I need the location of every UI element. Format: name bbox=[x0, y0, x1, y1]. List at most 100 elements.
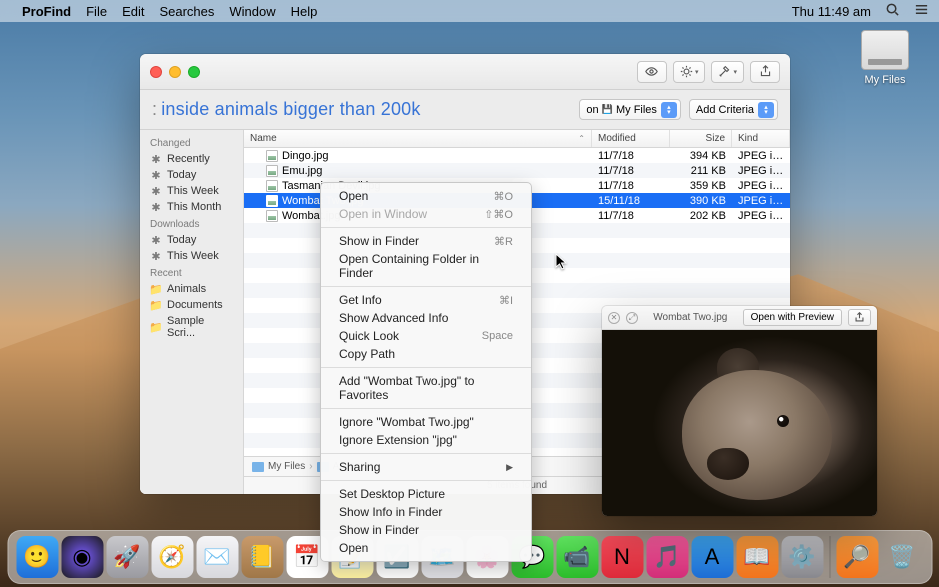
dock-itunes[interactable]: 🎵 bbox=[646, 536, 688, 578]
file-icon bbox=[266, 195, 278, 207]
col-kind[interactable]: Kind bbox=[732, 130, 790, 147]
menu-item[interactable]: Get Info⌘I bbox=[321, 291, 531, 309]
dock-launchpad[interactable]: 🚀 bbox=[106, 536, 148, 578]
shortcut: ⇧⌘O bbox=[484, 208, 513, 221]
menu-item-label: Open Containing Folder in Finder bbox=[339, 252, 513, 280]
menu-window[interactable]: Window bbox=[229, 4, 275, 19]
dock-trash[interactable]: 🗑️ bbox=[881, 536, 923, 578]
quicklook-title: Wombat Two.jpg bbox=[644, 312, 737, 323]
path-segment[interactable]: My Files bbox=[268, 461, 305, 472]
file-kind: JPEG ima bbox=[732, 180, 790, 192]
share-button[interactable] bbox=[848, 309, 871, 326]
col-size[interactable]: Size bbox=[670, 130, 732, 147]
dock-profind[interactable]: 🔎 bbox=[836, 536, 878, 578]
sidebar-item[interactable]: 📁Animals bbox=[140, 281, 243, 297]
add-criteria-button[interactable]: Add Criteria ▴▾ bbox=[689, 99, 778, 120]
drive-icon bbox=[861, 30, 909, 70]
menu-separator bbox=[321, 453, 531, 454]
sidebar-item[interactable]: ✱This Month bbox=[140, 199, 243, 215]
menu-item[interactable]: Show in Finder⌘R bbox=[321, 232, 531, 250]
sidebar: Changed✱Recently✱Today✱This Week✱This Mo… bbox=[140, 130, 244, 494]
table-row[interactable]: Emu.jpg11/7/18211 KBJPEG ima bbox=[244, 163, 790, 178]
dock-preferences[interactable]: ⚙️ bbox=[781, 536, 823, 578]
sidebar-heading: Changed bbox=[140, 134, 243, 151]
menu-item-label: Open in Window bbox=[339, 207, 427, 221]
dock-books[interactable]: 📖 bbox=[736, 536, 778, 578]
dock-separator bbox=[829, 536, 830, 578]
dock-news[interactable]: N bbox=[601, 536, 643, 578]
menu-item[interactable]: Open bbox=[321, 539, 531, 557]
menu-item[interactable]: Show in Finder bbox=[321, 521, 531, 539]
menu-item[interactable]: Ignore "Wombat Two.jpg" bbox=[321, 413, 531, 431]
menu-item[interactable]: Show Info in Finder bbox=[321, 503, 531, 521]
menu-item-label: Ignore Extension "jpg" bbox=[339, 433, 457, 447]
menu-item-label: Show in Finder bbox=[339, 523, 419, 537]
file-modified: 15/11/18 bbox=[592, 195, 670, 207]
col-modified[interactable]: Modified bbox=[592, 130, 670, 147]
tools-menu-button[interactable]: ▾ bbox=[711, 61, 744, 83]
zoom-button[interactable] bbox=[188, 66, 200, 78]
dock-appstore[interactable]: A bbox=[691, 536, 733, 578]
share-button[interactable] bbox=[750, 61, 780, 83]
quicklook-button[interactable] bbox=[637, 61, 667, 83]
menu-item[interactable]: Open⌘O bbox=[321, 187, 531, 205]
menu-item[interactable]: Copy Path bbox=[321, 345, 531, 363]
sidebar-item[interactable]: ✱ Today bbox=[140, 232, 243, 248]
sidebar-item-label: Today bbox=[167, 234, 196, 246]
chevron-updown-icon: ▴▾ bbox=[661, 102, 677, 118]
scope-selector[interactable]: on 💾 My Files ▴▾ bbox=[579, 99, 681, 120]
menu-item[interactable]: Set Desktop Picture bbox=[321, 485, 531, 503]
dock-facetime[interactable]: 📹 bbox=[556, 536, 598, 578]
sidebar-item[interactable]: ✱Recently bbox=[140, 151, 243, 167]
menu-edit[interactable]: Edit bbox=[122, 4, 144, 19]
close-button[interactable] bbox=[150, 66, 162, 78]
sidebar-item-label: Sample Scri... bbox=[167, 315, 233, 339]
sidebar-item[interactable]: ✱This Week bbox=[140, 183, 243, 199]
folder-icon bbox=[252, 462, 264, 472]
sidebar-item[interactable]: ✱Today bbox=[140, 167, 243, 183]
folder-icon: 📁 bbox=[150, 283, 162, 295]
minimize-button[interactable] bbox=[169, 66, 181, 78]
dock-finder[interactable]: 🙂 bbox=[16, 536, 58, 578]
close-icon[interactable]: ✕ bbox=[608, 312, 620, 324]
file-size: 359 KB bbox=[670, 180, 732, 192]
menu-item-label: Show Info in Finder bbox=[339, 505, 442, 519]
search-query[interactable]: :inside animals bigger than 200k bbox=[152, 99, 571, 120]
smart-icon: ✱ bbox=[150, 234, 162, 246]
menu-item[interactable]: Ignore Extension "jpg" bbox=[321, 431, 531, 449]
menu-searches[interactable]: Searches bbox=[159, 4, 214, 19]
menu-help[interactable]: Help bbox=[291, 4, 318, 19]
titlebar: ▾ ▾ bbox=[140, 54, 790, 90]
sidebar-item[interactable]: ✱This Week bbox=[140, 248, 243, 264]
column-headers: Name⌃ Modified Size Kind bbox=[244, 130, 790, 148]
shortcut: ⌘I bbox=[499, 294, 513, 307]
app-name[interactable]: ProFind bbox=[22, 4, 71, 19]
menu-item[interactable]: Show Advanced Info bbox=[321, 309, 531, 327]
menu-item[interactable]: Quick LookSpace bbox=[321, 327, 531, 345]
action-menu-button[interactable]: ▾ bbox=[673, 61, 706, 83]
dock-siri[interactable]: ◉ bbox=[61, 536, 103, 578]
sidebar-item-label: This Week bbox=[167, 250, 219, 262]
sidebar-item-label: This Week bbox=[167, 185, 219, 197]
spotlight-icon[interactable] bbox=[885, 2, 900, 20]
desktop-drive[interactable]: My Files bbox=[851, 30, 919, 86]
sidebar-item[interactable]: 📁Sample Scri... bbox=[140, 313, 243, 341]
menu-item[interactable]: Add "Wombat Two.jpg" to Favorites bbox=[321, 372, 531, 404]
menu-extras-icon[interactable] bbox=[914, 2, 929, 20]
dock-safari[interactable]: 🧭 bbox=[151, 536, 193, 578]
menu-file[interactable]: File bbox=[86, 4, 107, 19]
fullscreen-icon[interactable]: ⤢ bbox=[626, 312, 638, 324]
col-name[interactable]: Name⌃ bbox=[244, 130, 592, 147]
dock-mail[interactable]: ✉️ bbox=[196, 536, 238, 578]
submenu-arrow-icon: ▶ bbox=[506, 462, 513, 473]
menu-item[interactable]: Open Containing Folder in Finder bbox=[321, 250, 531, 282]
dock-contacts[interactable]: 📒 bbox=[241, 536, 283, 578]
file-icon bbox=[266, 180, 278, 192]
open-with-button[interactable]: Open with Preview bbox=[743, 309, 842, 326]
sidebar-item[interactable]: 📁Documents bbox=[140, 297, 243, 313]
smart-icon: ✱ bbox=[150, 201, 162, 213]
menu-item[interactable]: Sharing▶ bbox=[321, 458, 531, 476]
file-modified: 11/7/18 bbox=[592, 180, 670, 192]
table-row[interactable]: Dingo.jpg11/7/18394 KBJPEG ima bbox=[244, 148, 790, 163]
sidebar-item-label: Recently bbox=[167, 153, 210, 165]
